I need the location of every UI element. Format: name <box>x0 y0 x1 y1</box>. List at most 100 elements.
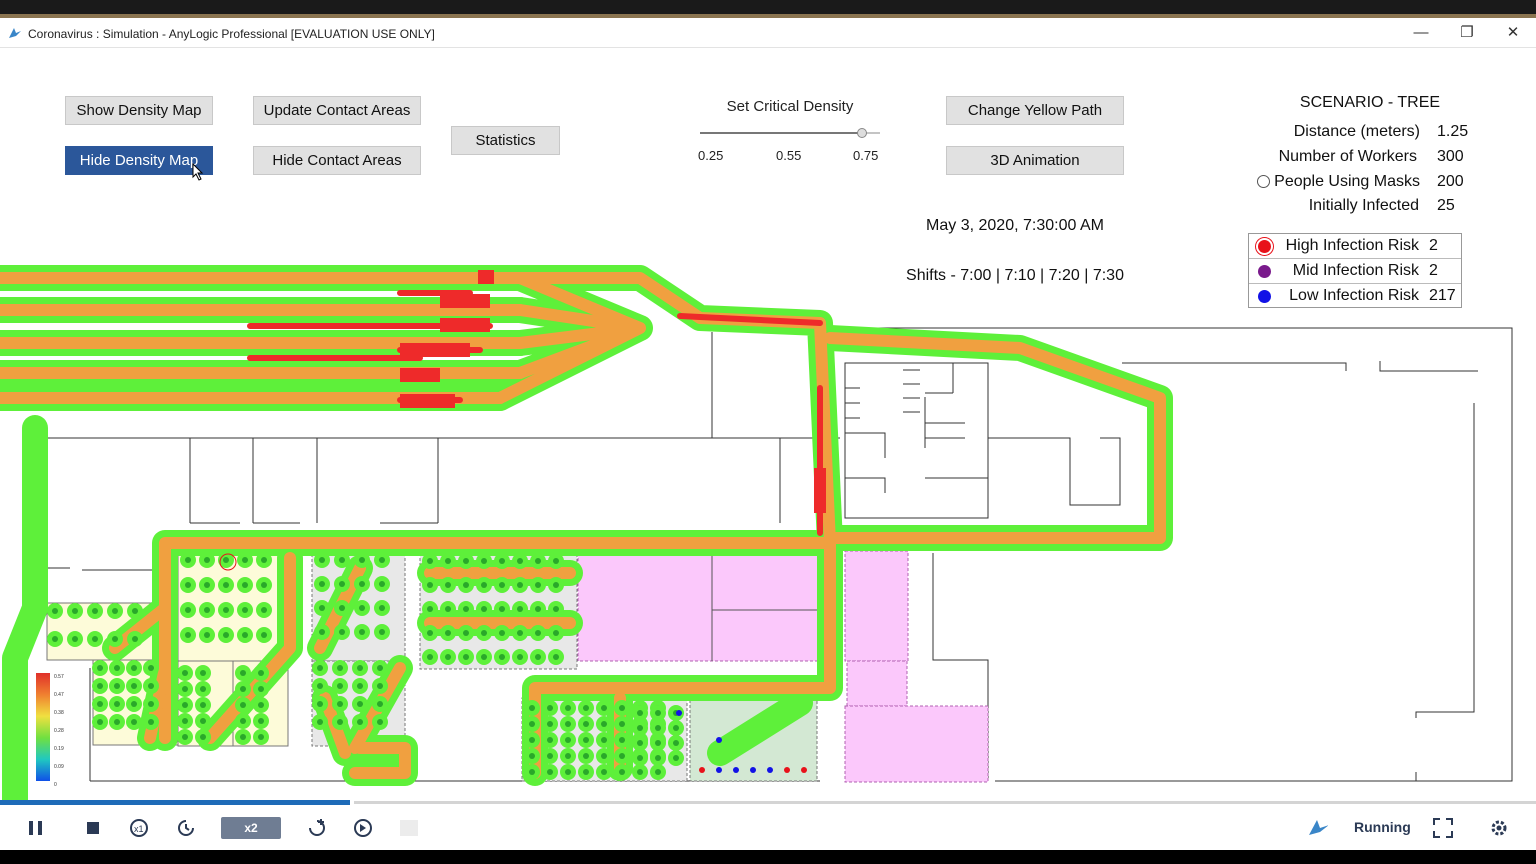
stop-icon[interactable] <box>82 817 104 839</box>
slider-max-label: 0.75 <box>853 148 879 163</box>
step-icon[interactable] <box>398 817 420 839</box>
legend-tick: 0.47 <box>54 692 64 698</box>
legend-tick: 0.38 <box>54 710 64 716</box>
workstation-node <box>223 607 229 613</box>
workstation-node <box>377 701 383 707</box>
slider-thumb[interactable] <box>857 128 867 138</box>
workstation-node <box>379 581 385 587</box>
workstation-node <box>185 632 191 638</box>
workstation-node <box>319 581 325 587</box>
workstation-node <box>339 605 345 611</box>
workstation-node <box>261 632 267 638</box>
pause-icon[interactable] <box>25 817 47 839</box>
workstation-node <box>337 683 343 689</box>
workstation-node <box>242 557 248 563</box>
workstation-node <box>637 725 643 731</box>
workstation-node <box>337 701 343 707</box>
workstation-node <box>359 581 365 587</box>
workstation-node <box>673 725 679 731</box>
slow-down-icon[interactable] <box>175 817 197 839</box>
workstation-node <box>114 719 120 725</box>
progress-rail <box>354 801 1536 804</box>
critical-density-slider[interactable] <box>700 128 880 138</box>
workstation-node <box>379 557 385 563</box>
shift-schedule: Shifts - 7:00 | 7:10 | 7:20 | 7:30 <box>906 267 1124 284</box>
workstation-node <box>601 769 607 775</box>
workstation-node <box>655 755 661 761</box>
workstation-node <box>261 607 267 613</box>
change-yellow-path-button[interactable]: Change Yellow Path <box>946 96 1124 125</box>
workstation-node <box>517 654 523 660</box>
workstation-node <box>359 605 365 611</box>
workstation-node <box>619 753 625 759</box>
legend-tick: 0.28 <box>54 728 64 734</box>
workstation-node <box>258 702 264 708</box>
risk-value: 2 <box>1429 237 1438 254</box>
workstation-node <box>261 557 267 563</box>
density-color-legend <box>36 673 50 781</box>
workstation-node <box>481 606 487 612</box>
hide-contact-areas-button[interactable]: Hide Contact Areas <box>253 146 421 175</box>
workstation-node <box>637 710 643 716</box>
window-title: Coronavirus : Simulation - AnyLogic Prof… <box>28 27 435 41</box>
anylogic-status-logo-icon <box>1306 817 1328 839</box>
workstation-node <box>379 629 385 635</box>
3d-animation-button[interactable]: 3D Animation <box>946 146 1124 175</box>
workstation-node <box>148 701 154 707</box>
workstation-node <box>583 769 589 775</box>
workstation-node <box>445 630 451 636</box>
workstation-node <box>445 558 451 564</box>
risk-label: Mid Infection Risk <box>1292 262 1419 279</box>
workstation-node <box>148 665 154 671</box>
workstation-node <box>357 701 363 707</box>
simulation-canvas[interactable]: 0.57 0.47 0.38 0.28 0.19 0.09 0 Show Den… <box>0 48 1536 800</box>
param-label-infected: Initially Infected <box>1308 197 1419 214</box>
workstation-node <box>547 737 553 743</box>
restore-button[interactable]: ❐ <box>1444 18 1490 48</box>
run-to-time-icon[interactable] <box>352 817 374 839</box>
fullscreen-icon[interactable] <box>1432 817 1454 839</box>
workstation-node <box>553 558 559 564</box>
workstation-node <box>258 734 264 740</box>
workstation-node <box>553 630 559 636</box>
workstation-node <box>535 654 541 660</box>
workstation-node <box>565 705 571 711</box>
workstation-node <box>97 719 103 725</box>
workstation-node <box>200 686 206 692</box>
workstation-node <box>377 683 383 689</box>
workstation-node <box>517 558 523 564</box>
real-time-speed-icon[interactable]: x1 <box>128 817 150 839</box>
workstation-node <box>655 725 661 731</box>
window-titlebar: Coronavirus : Simulation - AnyLogic Prof… <box>0 18 1536 48</box>
minimize-button[interactable]: — <box>1398 18 1444 48</box>
speed-up-icon[interactable] <box>306 817 328 839</box>
workstation-node <box>339 629 345 635</box>
workstation-node <box>445 606 451 612</box>
workstation-node <box>377 719 383 725</box>
show-density-map-button[interactable]: Show Density Map <box>65 96 213 125</box>
hide-density-map-button[interactable]: Hide Density Map <box>65 146 213 175</box>
workstation-node <box>357 683 363 689</box>
top-frame-bar <box>0 0 1536 18</box>
update-contact-areas-button[interactable]: Update Contact Areas <box>253 96 421 125</box>
workstation-node <box>185 557 191 563</box>
workstation-node <box>583 737 589 743</box>
settings-gear-icon[interactable] <box>1488 817 1510 839</box>
workstation-node <box>97 665 103 671</box>
slider-min-label: 0.25 <box>698 148 724 163</box>
workstation-node <box>565 721 571 727</box>
workstation-node <box>357 665 363 671</box>
critical-density-title: Set Critical Density <box>726 98 854 115</box>
workstation-node <box>258 670 264 676</box>
workstation-node <box>427 606 433 612</box>
workstation-node <box>583 705 589 711</box>
workstation-node <box>463 654 469 660</box>
statistics-button[interactable]: Statistics <box>451 126 560 155</box>
slider-fill <box>700 132 862 134</box>
risk-row-high: High Infection Risk 2 <box>1249 234 1461 259</box>
workstation-node <box>114 683 120 689</box>
close-button[interactable]: ✕ <box>1490 18 1536 48</box>
workstation-node <box>655 769 661 775</box>
param-value-workers: 300 <box>1437 148 1464 165</box>
workstation-node <box>148 719 154 725</box>
